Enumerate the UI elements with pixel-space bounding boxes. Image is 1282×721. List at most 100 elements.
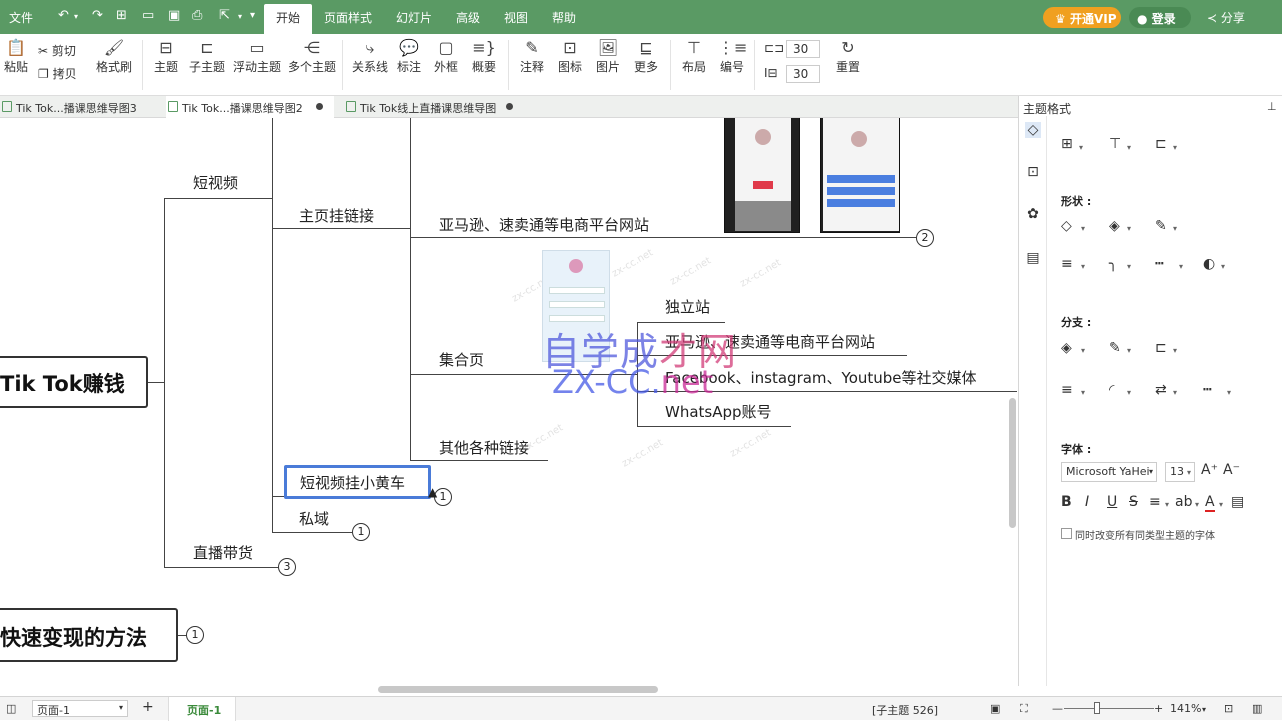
zoom-slider[interactable]: [1064, 708, 1154, 709]
topic-button[interactable]: ⊟ 主题: [152, 38, 180, 75]
zoom-out-icon[interactable]: —: [1052, 702, 1063, 715]
zoom-in-icon[interactable]: +: [1154, 702, 1163, 715]
chevron-down-icon[interactable]: ▾: [1081, 262, 1085, 271]
dash-style-icon[interactable]: ┅: [1155, 256, 1163, 272]
layout-button[interactable]: ⊤ 布局: [680, 38, 708, 75]
fit-page-icon[interactable]: ▣: [990, 702, 1000, 715]
chevron-down-icon[interactable]: ▾: [1173, 388, 1177, 397]
font-grow-icon[interactable]: A⁺: [1201, 462, 1218, 478]
central-topic[interactable]: Tik Tok赚钱: [0, 356, 148, 408]
cut-button[interactable]: ✂ 剪切: [38, 42, 76, 59]
topic-homepage-link[interactable]: 主页挂链接: [299, 205, 374, 226]
border-color-icon[interactable]: ✎: [1155, 218, 1167, 234]
login-button[interactable]: ● 登录: [1129, 7, 1191, 28]
zoom-level[interactable]: 141%: [1170, 702, 1201, 715]
relation-button[interactable]: ⤷ 关系线: [352, 38, 388, 75]
open-folder-icon[interactable]: ▭: [142, 8, 154, 23]
more-icon[interactable]: ▾: [250, 10, 255, 21]
topic-amazon-platforms[interactable]: 亚马逊、速卖通等电商平台网站: [439, 214, 649, 235]
topic-whatsapp[interactable]: WhatsApp账号: [665, 401, 772, 422]
chevron-down-icon[interactable]: ▾: [1179, 262, 1183, 271]
style-brush-icon[interactable]: ◇: [1025, 122, 1041, 138]
topic-collection-page[interactable]: 集合页: [439, 349, 484, 370]
text-box-icon[interactable]: ▤: [1231, 494, 1244, 510]
chevron-down-icon[interactable]: ▾: [1127, 224, 1131, 233]
underline-icon[interactable]: U: [1107, 494, 1117, 510]
tab-slides[interactable]: 幻灯片: [396, 9, 432, 26]
layout-grid-icon[interactable]: ⊞: [1061, 136, 1073, 152]
image-button[interactable]: 🖼 图片: [594, 38, 622, 75]
chevron-down-icon[interactable]: ▾: [1227, 388, 1231, 397]
chevron-down-icon[interactable]: ▾: [1165, 500, 1169, 509]
vertical-spacing-input[interactable]: 30: [786, 65, 820, 83]
tab-page-style[interactable]: 页面样式: [324, 9, 372, 26]
chevron-down-icon[interactable]: ▾: [1195, 500, 1199, 509]
tab-view[interactable]: 视图: [504, 9, 528, 26]
chevron-down-icon[interactable]: ▾: [1127, 388, 1131, 397]
fill-color-icon[interactable]: ◈: [1109, 218, 1120, 234]
collapse-count-badge[interactable]: 2: [916, 229, 934, 247]
numbering-button[interactable]: ⋮≡ 编号: [718, 38, 747, 75]
boundary-button[interactable]: ▢ 外框: [432, 38, 460, 75]
vip-button[interactable]: ♛ 开通VIP: [1043, 7, 1121, 28]
chevron-down-icon[interactable]: ▾: [1081, 224, 1085, 233]
chevron-down-icon[interactable]: ▾: [238, 12, 242, 21]
paste-button[interactable]: 📋 粘贴: [4, 38, 28, 75]
multi-topic-button[interactable]: ⋲ 多个主题: [288, 38, 336, 75]
unsaved-dot-icon[interactable]: [506, 103, 513, 110]
align-icon[interactable]: ≡: [1149, 494, 1161, 510]
chevron-down-icon[interactable]: ▾: [1079, 143, 1083, 152]
undo-icon[interactable]: ↶: [58, 8, 69, 23]
text-case-icon[interactable]: ab: [1175, 494, 1192, 510]
branch-color-icon[interactable]: ✎: [1109, 340, 1121, 356]
bold-icon[interactable]: B: [1061, 494, 1072, 510]
theme-icon[interactable]: ✿: [1025, 206, 1041, 222]
add-page-icon[interactable]: +: [142, 699, 154, 715]
more-button[interactable]: ⊑ 更多: [632, 38, 660, 75]
doc-tab[interactable]: Tik Tok...播课思维导图3: [0, 96, 160, 118]
page-tab[interactable]: 页面-1: [168, 697, 236, 721]
subtopic-button[interactable]: ⊏ 子主题: [188, 38, 226, 75]
connector-style-icon[interactable]: ⊏: [1155, 136, 1167, 152]
collapse-count-badge[interactable]: 1: [186, 626, 204, 644]
unsaved-dot-icon[interactable]: [316, 103, 323, 110]
copy-button[interactable]: ❐ 拷贝: [38, 65, 77, 82]
reset-button[interactable]: ↻ 重置: [834, 38, 862, 75]
menu-file[interactable]: 文件: [9, 9, 33, 26]
callout-button[interactable]: 💬 标注: [396, 38, 422, 75]
chevron-down-icon[interactable]: ▾: [1081, 346, 1085, 355]
chevron-down-icon[interactable]: ▾: [1127, 346, 1131, 355]
topic-other-links[interactable]: 其他各种链接: [439, 437, 529, 458]
zoom-slider-handle[interactable]: [1094, 702, 1100, 714]
branch-arrow-icon[interactable]: ⇄: [1155, 382, 1167, 398]
side-panel-icon[interactable]: ▥: [1252, 702, 1262, 715]
topic-live-selling[interactable]: 直播带货: [193, 542, 253, 563]
fit-window-icon[interactable]: ⊡: [1224, 702, 1233, 715]
tab-help[interactable]: 帮助: [552, 9, 576, 26]
branch-connector-icon[interactable]: ⊏: [1155, 340, 1167, 356]
collapse-count-badge[interactable]: 3: [278, 558, 296, 576]
format-brush-button[interactable]: 🖌 格式刷: [96, 38, 132, 75]
apply-all-checkbox[interactable]: [1061, 528, 1072, 539]
branch-curve-icon[interactable]: ◜: [1109, 382, 1114, 398]
summary-button[interactable]: ≡} 概要: [470, 38, 498, 75]
branch-weight-icon[interactable]: ≡: [1061, 382, 1073, 398]
chevron-down-icon[interactable]: ▾: [1219, 500, 1223, 509]
chevron-down-icon[interactable]: ▾: [1173, 224, 1177, 233]
doc-tab-active[interactable]: Tik Tok...播课思维导图2: [166, 96, 334, 118]
tab-start[interactable]: 开始: [264, 4, 313, 34]
chevron-down-icon[interactable]: ▾: [1127, 262, 1131, 271]
horizontal-scrollbar[interactable]: [378, 686, 658, 693]
topic-short-video[interactable]: 短视频: [193, 172, 238, 193]
note-button[interactable]: ✎ 注释: [518, 38, 546, 75]
fullscreen-icon[interactable]: ⛶: [1020, 702, 1028, 716]
icon-tab-icon[interactable]: ⊡: [1025, 164, 1041, 180]
chevron-down-icon[interactable]: ▾: [1187, 468, 1191, 477]
vertical-scrollbar[interactable]: [1009, 398, 1016, 528]
icon-button[interactable]: ⊡ 图标: [556, 38, 584, 75]
redo-icon[interactable]: ↷: [92, 8, 103, 23]
new-icon[interactable]: ⊞: [116, 8, 127, 23]
chevron-down-icon[interactable]: ▾: [1173, 143, 1177, 152]
topic-yellow-cart-selected[interactable]: 短视频挂小黄车: [284, 465, 431, 499]
corner-style-icon[interactable]: ╮: [1109, 256, 1117, 272]
